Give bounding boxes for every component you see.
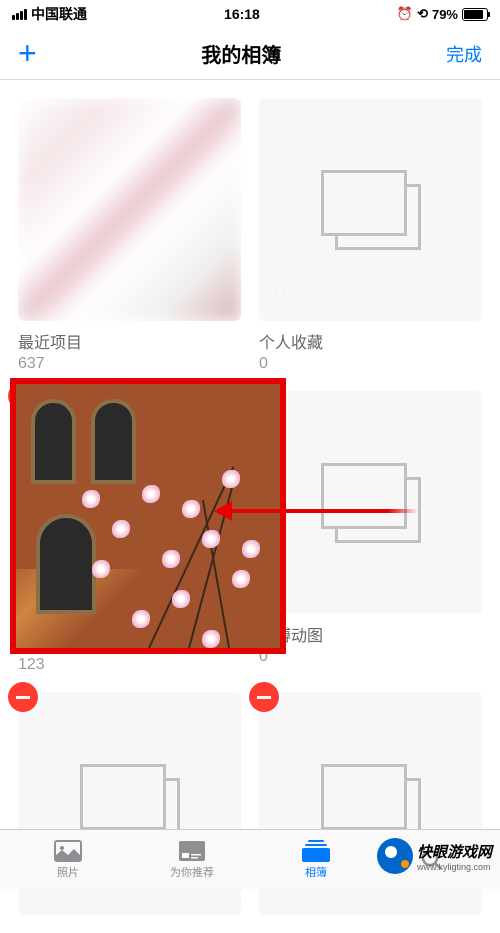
photos-icon (54, 840, 82, 862)
tab-label: 照片 (57, 864, 79, 880)
stack-icon (321, 170, 421, 250)
status-right: ⏰ ⟲ 79% (397, 6, 488, 22)
album-count: 123 (18, 656, 241, 674)
albums-icon (302, 840, 330, 862)
album-recents[interactable]: 最近项目 637 (18, 98, 241, 373)
page-title: 我的相簿 (201, 39, 281, 68)
carrier-label: 中国联通 (31, 4, 87, 24)
watermark-title: 快眼游戏网 (417, 841, 492, 862)
album-count: 637 (18, 355, 241, 373)
status-bar: 中国联通 16:18 ⏰ ⟲ 79% (0, 0, 500, 28)
album-title: 最近项目 (18, 329, 241, 353)
tab-label: 为你推荐 (170, 864, 214, 880)
heart-icon: ♡ (269, 282, 291, 311)
tab-photos[interactable]: 照片 (54, 840, 82, 880)
annotation-arrow (218, 508, 418, 514)
tab-label: 相簿 (305, 864, 327, 880)
tab-albums[interactable]: 相簿 (302, 840, 330, 880)
tab-foryou[interactable]: 为你推荐 (170, 840, 214, 880)
stack-icon (321, 463, 421, 543)
signal-icon (12, 9, 27, 20)
foryou-icon (178, 840, 206, 862)
album-favorites[interactable]: ♡ 个人收藏 0 (259, 98, 482, 373)
watermark: 快眼游戏网 www.kyligting.com (377, 838, 492, 874)
highlighted-thumbnail[interactable] (10, 378, 286, 654)
album-title: 个人收藏 (259, 329, 482, 353)
battery-icon (462, 8, 488, 21)
time-label: 16:18 (224, 6, 260, 22)
nav-bar: + 我的相簿 完成 (0, 28, 500, 80)
album-title: 微博动图 (259, 622, 482, 646)
album-weibo-gif[interactable]: 微博动图 0 (259, 391, 482, 674)
album-count: 0 (259, 648, 482, 666)
album-count: 0 (259, 355, 482, 373)
delete-button[interactable] (8, 682, 38, 712)
orientation-lock-icon: ⟲ (417, 6, 428, 22)
battery-label: 79% (432, 7, 458, 22)
alarm-icon: ⏰ (397, 6, 413, 22)
watermark-icon (377, 838, 413, 874)
done-button[interactable]: 完成 (446, 41, 482, 67)
watermark-url: www.kyligting.com (417, 862, 492, 872)
status-left: 中国联通 (12, 4, 87, 24)
add-button[interactable]: + (18, 35, 37, 72)
delete-button[interactable] (249, 682, 279, 712)
